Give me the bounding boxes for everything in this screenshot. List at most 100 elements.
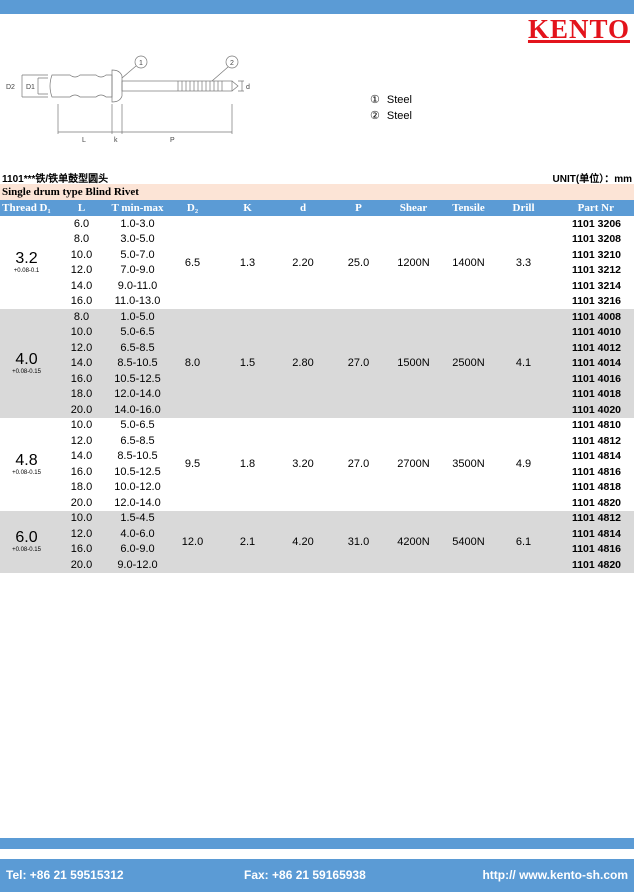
part-number-cell: 1101 4016 [551,371,634,387]
part-number-cell: 1101 4816 [551,464,634,480]
length-cell: 10.0 [53,510,110,526]
tensile-cell: 2500N [441,309,496,418]
table-row: 4.0 +0.08-0.15 8.0 1.0-5.0 8.0 1.5 2.80 … [0,309,634,418]
mandrel-length-cell: 25.0 [331,216,386,309]
grip-range-cell: 10.5-12.5 [110,371,165,387]
mandrel-length-cell: 27.0 [331,309,386,418]
length-cell: 20.0 [53,402,110,418]
contact-footer: Tel: +86 21 59515312 Fax: +86 21 5916593… [0,859,634,892]
part-number-cell: 1101 3210 [551,247,634,263]
size-group-3-2: 3.2 +0.08-0.1 6.0 1.0-3.0 6.5 1.3 2.20 2… [0,216,634,309]
label-d1: D1 [26,84,35,91]
shear-cell: 1200N [386,216,441,309]
head-height-cell: 1.5 [220,309,275,418]
size-group-4-0: 4.0 +0.08-0.15 8.0 1.0-5.0 8.0 1.5 2.80 … [0,309,634,418]
rivet-technical-drawing: D2 D1 L k P d 1 2 [6,55,250,144]
thread-cell: 6.0 +0.08-0.15 [0,510,53,573]
table-row: 6.0 +0.08-0.15 10.0 1.5-4.5 12.0 2.1 4.2… [0,510,634,573]
size-group-4-8: 4.8 +0.08-0.15 10.0 5.0-6.5 9.5 1.8 3.20… [0,417,634,511]
grip-range-cell: 1.0-3.0 [110,216,165,232]
thread-diameter: 6.0 [15,529,38,546]
grip-range-cell: 7.0-9.0 [110,262,165,278]
mandrel-diameter-cell: 3.20 [275,417,331,511]
grip-range-cell: 6.0-9.0 [110,541,165,557]
part-number-cell: 1101 3214 [551,278,634,294]
head-diameter-cell: 9.5 [165,417,220,511]
col-header: Shear [386,200,441,216]
footer-telephone: Tel: +86 21 59515312 [6,868,124,882]
label-k: k [114,137,118,144]
drill-cell: 6.1 [496,510,551,573]
col-header: D₂ [165,200,220,216]
legend-material: Steel [386,94,412,106]
part-number-cell: 1101 4812 [551,510,634,526]
label-l: L [82,137,86,144]
part-number-cell: 1101 4820 [551,495,634,511]
footer-website-link[interactable]: http:// www.kento-sh.com [482,859,628,892]
grip-range-cell: 5.0-6.5 [110,417,165,433]
grip-range-cell: 5.0-6.5 [110,324,165,340]
col-header: Drill [496,200,551,216]
col-header: T min-max [110,200,165,216]
head-height-cell: 1.8 [220,417,275,511]
product-subtitle: Single drum type Blind Rivet [0,184,634,200]
grip-range-cell: 9.0-12.0 [110,557,165,573]
grip-range-cell: 12.0-14.0 [110,495,165,511]
part-number-cell: 1101 3208 [551,231,634,247]
legend-item: ① Steel [370,92,412,108]
footer-divider-bar [0,838,634,849]
thread-tolerance: +0.08-0.15 [12,368,41,375]
unit-label: UNIT(单位）：mm [552,174,632,185]
table-header-row: Thread D₁ L T min-max D₂ K d P Shear Ten… [0,200,634,216]
part-number-cell: 1101 4012 [551,340,634,356]
grip-range-cell: 5.0-7.0 [110,247,165,263]
grip-range-cell: 10.5-12.5 [110,464,165,480]
grip-range-cell: 11.0-13.0 [110,293,165,309]
col-header: K [220,200,275,216]
mandrel-length-cell: 27.0 [331,417,386,511]
length-cell: 20.0 [53,557,110,573]
top-color-bar [0,0,634,14]
length-cell: 18.0 [53,479,110,495]
grip-range-cell: 6.5-8.5 [110,340,165,356]
material-legend: ① Steel ② Steel [370,92,412,124]
part-number-cell: 1101 4014 [551,355,634,371]
grip-range-cell: 8.5-10.5 [110,448,165,464]
length-cell: 16.0 [53,464,110,480]
size-group-6-0: 6.0 +0.08-0.15 10.0 1.5-4.5 12.0 2.1 4.2… [0,510,634,573]
head-diameter-cell: 6.5 [165,216,220,309]
part-number-cell: 1101 4008 [551,309,634,325]
grip-range-cell: 1.0-5.0 [110,309,165,325]
length-cell: 14.0 [53,278,110,294]
length-cell: 12.0 [53,262,110,278]
thread-diameter: 4.0 [15,350,38,368]
tensile-cell: 1400N [441,216,496,309]
length-cell: 12.0 [53,433,110,449]
length-cell: 18.0 [53,386,110,402]
legend-item: ② Steel [370,108,412,124]
length-cell: 16.0 [53,371,110,387]
part-number-cell: 1101 3216 [551,293,634,309]
callout-1: 1 [139,60,143,67]
mandrel-diameter-cell: 2.20 [275,216,331,309]
table-row: 3.2 +0.08-0.1 6.0 1.0-3.0 6.5 1.3 2.20 2… [0,216,634,309]
part-number-cell: 1101 4816 [551,541,634,557]
length-cell: 16.0 [53,541,110,557]
grip-range-cell: 14.0-16.0 [110,402,165,418]
label-p: P [170,137,175,144]
legend-material: Steel [386,110,412,122]
grip-range-cell: 10.0-12.0 [110,479,165,495]
thread-cell: 3.2 +0.08-0.1 [0,216,53,309]
thread-diameter: 4.8 [15,451,38,469]
table-row: 4.8 +0.08-0.15 10.0 5.0-6.5 9.5 1.8 3.20… [0,417,634,511]
label-d: d [246,84,250,91]
part-number-cell: 1101 4820 [551,557,634,573]
head-height-cell: 2.1 [220,510,275,573]
title-line: 1101***铁/铁单鼓型圆头 UNIT(单位）：mm [2,170,632,185]
col-header: Thread D₁ [0,200,53,216]
part-number-cell: 1101 4810 [551,417,634,433]
mandrel-diameter-cell: 4.20 [275,510,331,573]
length-cell: 12.0 [53,340,110,356]
part-number-cell: 1101 4814 [551,448,634,464]
col-header: Part Nr [551,200,634,216]
